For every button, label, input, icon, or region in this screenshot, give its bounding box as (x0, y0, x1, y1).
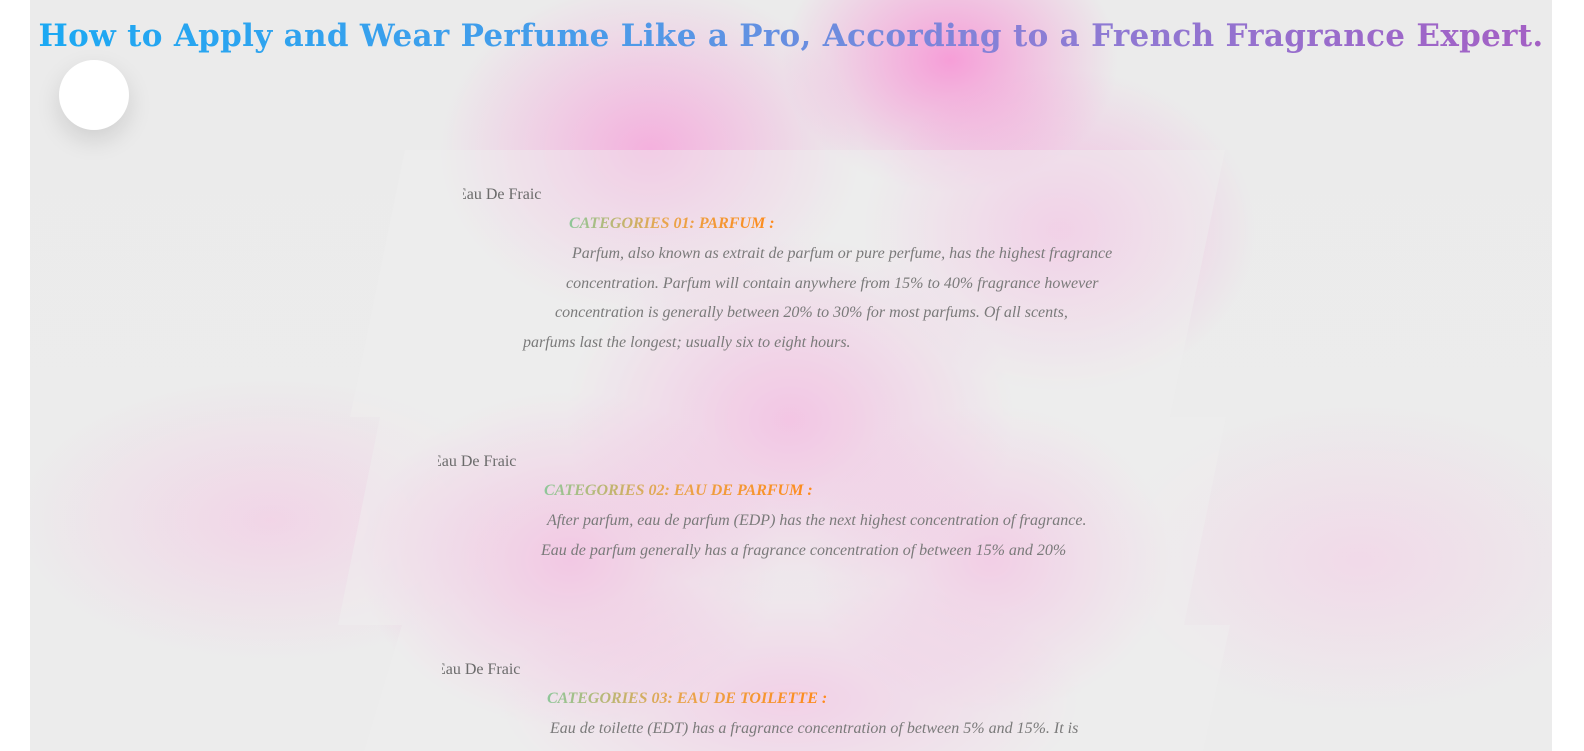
card-heading: CATEGORIES 03: EAU DE TOILETTE : (547, 690, 828, 707)
card-label: Eau De Fraic (463, 186, 563, 204)
card-text-line: After parfum, eau de parfum (EDP) has th… (547, 512, 1087, 529)
card-text-line: concentration. Parfum will contain anywh… (566, 275, 1099, 292)
card-text-line: Parfum, also known as extrait de parfum … (572, 245, 1113, 262)
card-heading: CATEGORIES 01: PARFUM : (569, 215, 775, 232)
card-text-line: Eau de parfum generally has a fragrance … (541, 542, 1067, 559)
card-label-text: Eau De Fraic (438, 453, 517, 470)
avatar-button[interactable] (59, 60, 129, 130)
card-text-line: concentration is generally between 20% t… (555, 304, 1068, 321)
page-title: How to Apply and Wear Perfume Like a Pro… (30, 18, 1552, 54)
card-label: Eau De Fraic (438, 453, 538, 471)
card-text-line: parfums last the longest; usually six to… (523, 334, 851, 351)
category-card-parfum: Eau De Fraic CATEGORIES 01: PARFUM : Par… (350, 150, 1225, 417)
page-background: How to Apply and Wear Perfume Like a Pro… (30, 0, 1552, 751)
card-label: Eau De Fraic (442, 661, 542, 679)
card-text-line: Eau de toilette (EDT) has a fragrance co… (550, 720, 1079, 737)
category-card-eau-de-toilette: Eau De Fraic CATEGORIES 03: EAU DE TOILE… (360, 625, 1230, 751)
card-label-text: Eau De Fraic (463, 186, 542, 203)
category-card-eau-de-parfum: Eau De Fraic CATEGORIES 02: EAU DE PARFU… (338, 417, 1226, 625)
card-heading: CATEGORIES 02: EAU DE PARFUM : (544, 482, 813, 499)
card-label-text: Eau De Fraic (442, 661, 521, 678)
